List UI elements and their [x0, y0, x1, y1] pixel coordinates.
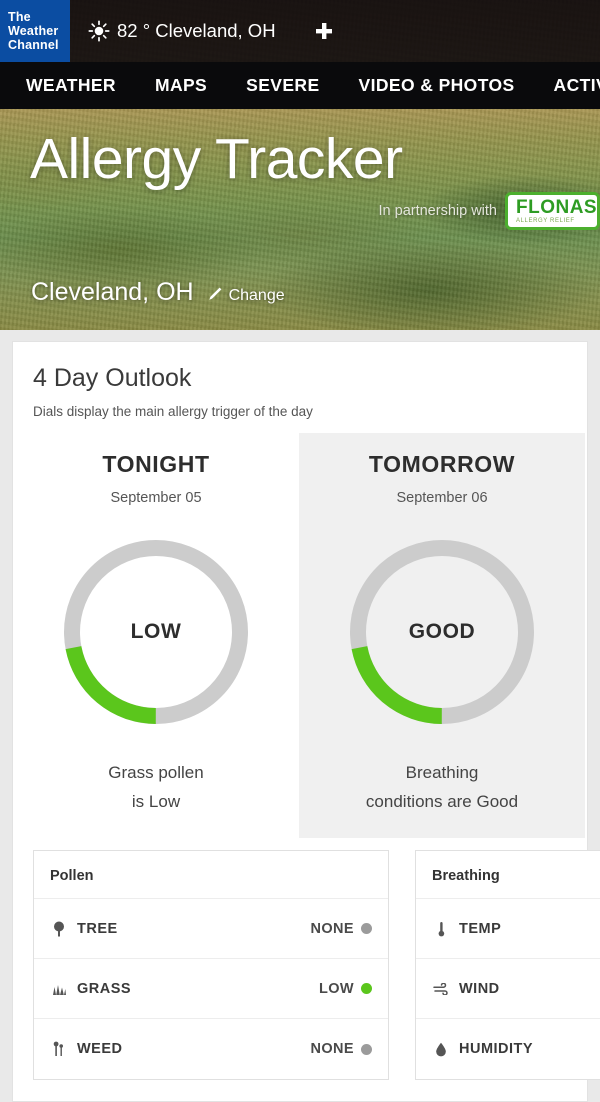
detail-tables: Pollen TREE NONE GRASS LOW WEED NONE Bre… [13, 838, 600, 1080]
row-value-group: LOW [319, 981, 372, 997]
change-location-link[interactable]: Change [229, 287, 285, 305]
row-value-group: NONE [310, 920, 372, 937]
outlook-panel: 4 Day Outlook Dials display the main all… [12, 341, 600, 1102]
forecast-card-list: TONIGHT September 05 LOW Grass pollen is… [13, 433, 587, 838]
grass-icon [50, 981, 68, 996]
forecast-description-line-1: Breathing [405, 763, 479, 782]
forecast-card-tomorrow[interactable]: TOMORROW September 06 GOOD Breathing con… [299, 433, 585, 838]
row-label-group: WIND [432, 981, 500, 997]
dial-value-label: GOOD [408, 620, 476, 643]
forecast-day-label: TOMORROW [368, 451, 516, 477]
flonase-tagline: ALLERGY RELIEF [516, 218, 575, 224]
current-location-temp[interactable]: 82 ° Cleveland, OH [88, 20, 276, 42]
flonase-logo[interactable]: FLONASE ALLERGY RELIEF [505, 192, 600, 230]
sun-icon [88, 20, 110, 42]
outlook-subtitle: Dials display the main allergy trigger o… [33, 404, 313, 419]
allergy-dial: GOOD [342, 532, 542, 732]
table-row[interactable]: GRASS LOW [34, 959, 388, 1019]
allergy-tracker-page: The Weather Channel 82 ° Cleveland, OH W… [0, 0, 600, 1102]
location-selector[interactable]: Cleveland, OH Change [31, 278, 285, 307]
table-row[interactable]: WEED NONE [34, 1019, 388, 1079]
row-value: LOW [318, 980, 354, 997]
table-row[interactable]: HUMIDITY [416, 1019, 600, 1079]
weather-channel-logo[interactable]: The Weather Channel [0, 0, 70, 62]
pollen-table: Pollen TREE NONE GRASS LOW WEED NONE [33, 850, 389, 1080]
status-dot [361, 983, 372, 994]
nav-item-activities[interactable]: ACTIVITIES [554, 75, 600, 96]
nav-item-video-photos[interactable]: VIDEO & PHOTOS [359, 75, 515, 96]
forecast-card-tonight[interactable]: TONIGHT September 05 LOW Grass pollen is… [13, 433, 299, 838]
row-value: NONE [310, 920, 354, 937]
partnership-banner: In partnership with FLONASE ALLERGY RELI… [379, 192, 600, 230]
top-bar: The Weather Channel 82 ° Cleveland, OH [0, 0, 600, 62]
flonase-wordmark: FLONASE [516, 197, 598, 218]
row-label-group: TREE [50, 921, 118, 937]
row-label-group: TEMP [432, 921, 501, 937]
hero-banner: The Weather Channel 82 ° Cleveland, OH W… [0, 0, 600, 330]
nav-item-weather[interactable]: WEATHER [26, 75, 116, 96]
forecast-description: Breathing conditions are Good [299, 758, 585, 816]
breathing-table: Breathing TEMP WIND HUMIDITY [415, 850, 600, 1080]
breathing-table-title: Breathing [416, 851, 600, 899]
status-dot [361, 1043, 372, 1055]
forecast-description-line-2: is Low [131, 792, 181, 811]
row-label: GRASS [77, 980, 132, 997]
nav-item-maps[interactable]: MAPS [155, 75, 207, 96]
page-title: Allergy Tracker [30, 127, 403, 191]
plus-icon [315, 23, 332, 39]
droplet-icon [432, 1042, 450, 1057]
row-label: WEED [77, 1041, 123, 1057]
wind-icon [432, 982, 450, 995]
forecast-day-label: TONIGHT [102, 451, 210, 477]
table-row[interactable]: TEMP [416, 899, 600, 959]
status-dot [361, 923, 372, 934]
forecast-date-label: September 05 [110, 490, 202, 506]
content-area: 4 Day Outlook Dials display the main all… [0, 330, 600, 1102]
nav-item-severe[interactable]: SEVERE [246, 75, 319, 96]
location-name: Cleveland, OH [31, 278, 194, 306]
pencil-icon [206, 286, 223, 308]
forecast-description: Grass pollen is Low [13, 758, 299, 816]
dial-value-label: LOW [130, 620, 182, 643]
row-label: TREE [77, 920, 118, 937]
forecast-date-label: September 06 [396, 490, 488, 506]
forecast-description-line-1: Grass pollen [108, 763, 204, 782]
allergy-dial: LOW [56, 532, 256, 732]
add-location-button[interactable] [312, 19, 336, 43]
thermometer-icon [432, 921, 450, 937]
forecast-description-line-2: conditions are Good [365, 792, 519, 811]
row-value-group: NONE [310, 1041, 372, 1057]
main-navigation: WEATHER MAPS SEVERE VIDEO & PHOTOS ACTIV… [0, 62, 600, 109]
table-row[interactable]: TREE NONE [34, 899, 388, 959]
weed-icon [50, 1041, 68, 1057]
row-label: TEMP [459, 920, 502, 937]
outlook-title: 4 Day Outlook [33, 364, 192, 392]
row-value: NONE [310, 1041, 354, 1057]
temperature-location-label: 82 ° Cleveland, OH [117, 20, 276, 41]
partnership-label: In partnership with [378, 203, 497, 219]
logo-line-2: Weather [8, 24, 59, 38]
row-label-group: HUMIDITY [432, 1041, 533, 1057]
outlook-header: 4 Day Outlook Dials display the main all… [13, 342, 587, 433]
tree-icon [50, 921, 68, 937]
table-row[interactable]: WIND [416, 959, 600, 1019]
logo-line-3: Channel [8, 38, 59, 52]
logo-line-1: The [8, 10, 31, 24]
pollen-table-title: Pollen [34, 851, 388, 899]
row-label-group: GRASS [50, 981, 131, 997]
row-label-group: WEED [50, 1041, 123, 1057]
row-label: HUMIDITY [459, 1041, 534, 1057]
row-label: WIND [459, 980, 500, 997]
